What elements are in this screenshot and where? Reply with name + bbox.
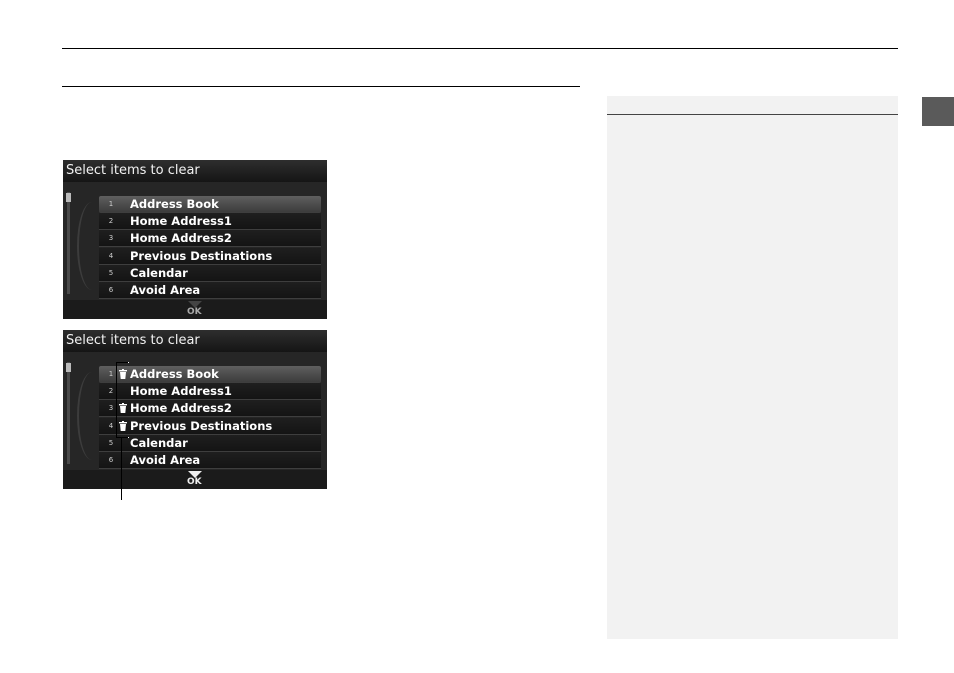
list-item[interactable]: 4 Previous Destinations <box>99 417 321 435</box>
ok-button[interactable]: OK <box>63 300 327 319</box>
list-item[interactable]: 2 Home Address1 <box>99 383 321 401</box>
top-rule <box>62 48 898 49</box>
list-item[interactable]: 1 Address Book <box>99 366 321 383</box>
item-label: Home Address2 <box>130 401 232 416</box>
item-label: Avoid Area <box>130 282 201 297</box>
item-label: Calendar <box>130 435 188 450</box>
items-list: 1 Address Book 2 Home Address1 3 Home Ad… <box>99 366 321 469</box>
screen-title: Select items to clear <box>63 160 327 182</box>
item-number: 6 <box>108 455 114 464</box>
scroll-track[interactable] <box>67 192 70 294</box>
sidebar-rule <box>607 114 898 115</box>
list-item[interactable]: 4 Previous Destinations <box>99 247 321 265</box>
list-item[interactable]: 1 Address Book <box>99 196 321 213</box>
section-rule <box>62 86 580 87</box>
callout-leader-line <box>121 438 122 500</box>
screenshot-select-items-after: Select items to clear 1 Address Book 2 H… <box>63 330 327 489</box>
list-item[interactable]: 6 Avoid Area <box>99 451 321 469</box>
item-label: Address Book <box>130 197 219 211</box>
ok-button[interactable]: OK <box>63 470 327 489</box>
item-label: Home Address2 <box>130 231 232 246</box>
scroll-thumb[interactable] <box>66 363 71 372</box>
list-item[interactable]: 2 Home Address1 <box>99 213 321 231</box>
screen-title: Select items to clear <box>63 330 327 352</box>
item-label: Previous Destinations <box>130 248 273 263</box>
item-number: 4 <box>108 251 114 260</box>
sidebar-note-box <box>607 96 898 639</box>
list-item[interactable]: 5 Calendar <box>99 264 321 282</box>
item-label: Address Book <box>130 367 219 381</box>
callout-bracket <box>116 362 128 438</box>
ok-label: OK <box>187 477 202 487</box>
item-label: Calendar <box>130 265 188 280</box>
item-number: 2 <box>108 217 114 226</box>
item-number: 6 <box>108 285 114 294</box>
items-list: 1 Address Book 2 Home Address1 3 Home Ad… <box>99 196 321 299</box>
item-label: Previous Destinations <box>130 418 273 433</box>
list-item[interactable]: 3 Home Address2 <box>99 230 321 248</box>
item-label: Home Address1 <box>130 384 232 399</box>
scroll-thumb[interactable] <box>66 193 71 202</box>
list-item[interactable]: 3 Home Address2 <box>99 400 321 418</box>
item-number: 1 <box>108 200 114 208</box>
item-number: 3 <box>108 234 114 243</box>
item-number: 5 <box>108 268 114 277</box>
item-label: Avoid Area <box>130 452 201 467</box>
chapter-tab <box>922 97 954 126</box>
item-label: Home Address1 <box>130 214 232 229</box>
scroll-track[interactable] <box>67 362 70 464</box>
list-item[interactable]: 5 Calendar <box>99 434 321 452</box>
list-item[interactable]: 6 Avoid Area <box>99 281 321 299</box>
ok-label: OK <box>187 307 202 317</box>
screenshot-select-items-before: Select items to clear 1 Address Book 2 H… <box>63 160 327 319</box>
